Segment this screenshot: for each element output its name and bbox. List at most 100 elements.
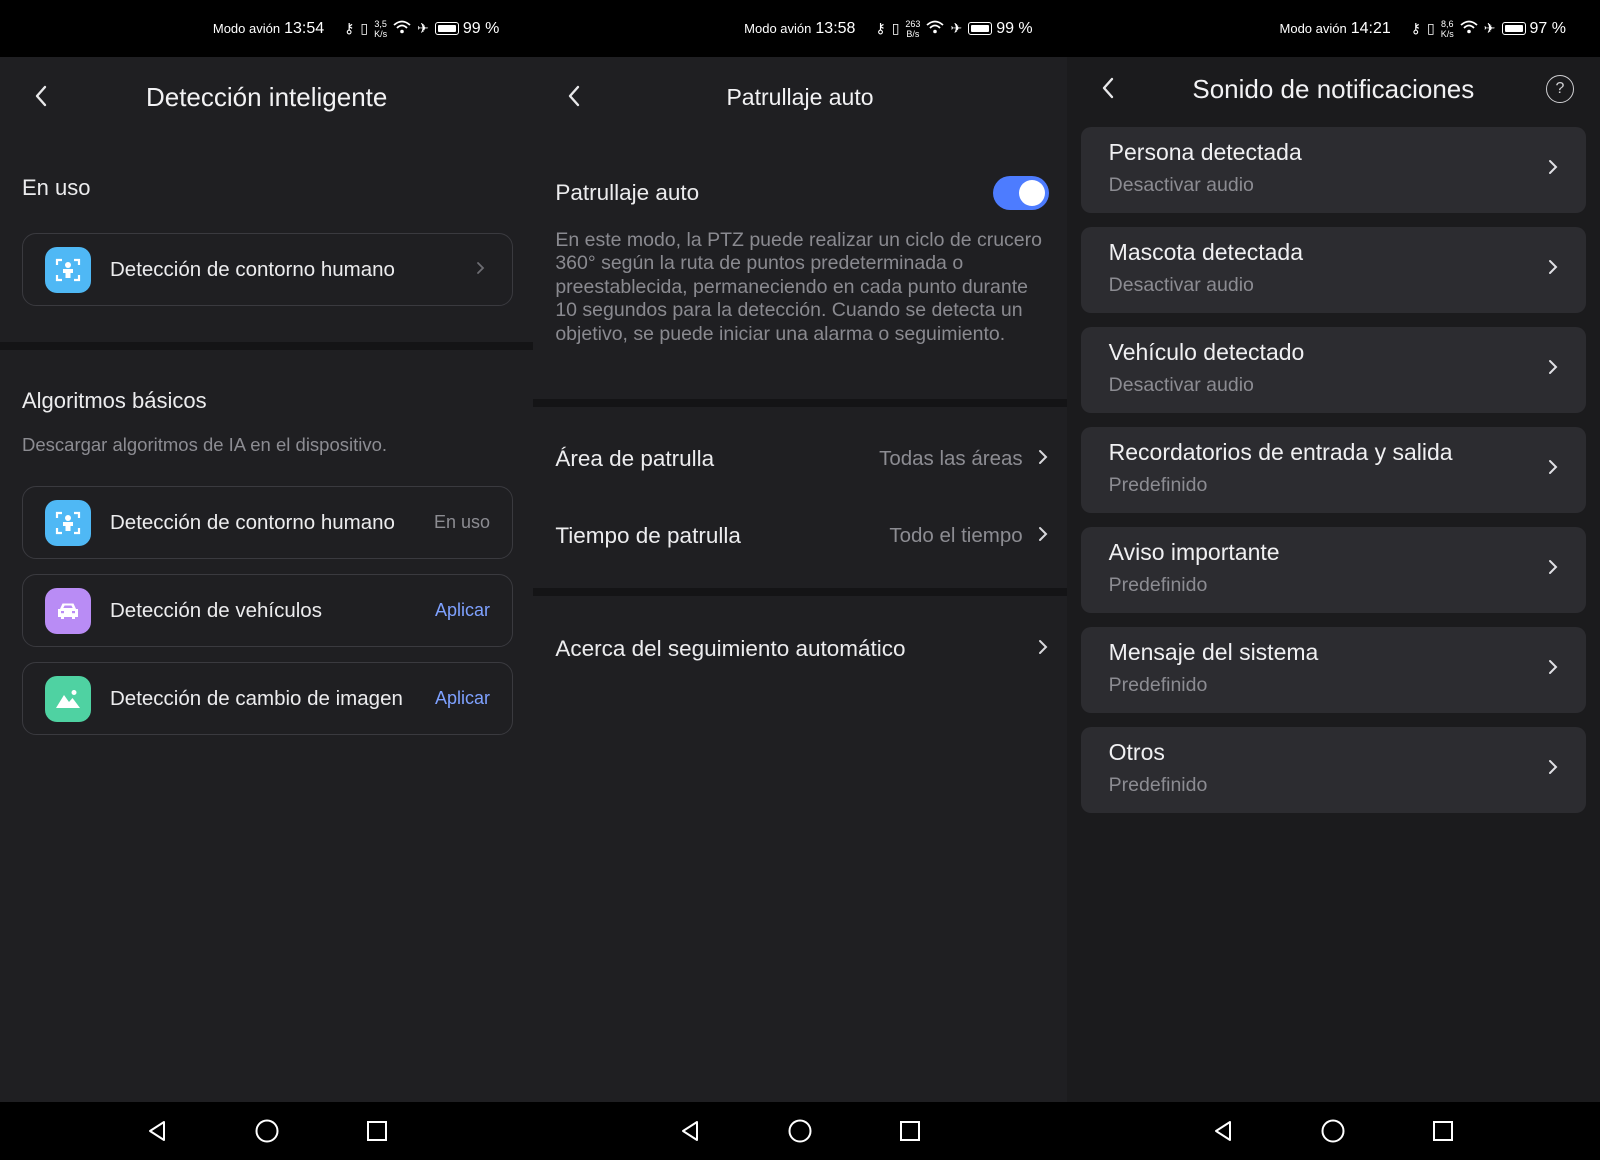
- nav-back-button[interactable]: [1203, 1111, 1243, 1151]
- key-icon: ⚷: [344, 20, 355, 36]
- notification-subtitle: Desactivar audio: [1108, 174, 1254, 196]
- notification-item-system[interactable]: Mensaje del sistema Predefinido: [1080, 627, 1586, 713]
- patrol-time-label: Tiempo de patrulla: [555, 523, 741, 548]
- notification-subtitle: Predefinido: [1108, 674, 1208, 696]
- nav-back-button[interactable]: [137, 1111, 177, 1151]
- speed-unit: B/s: [906, 28, 920, 39]
- section-divider: [533, 588, 1067, 596]
- in-use-item[interactable]: Detección de contorno humano: [22, 233, 513, 306]
- speed-unit: K/s: [374, 28, 388, 39]
- chevron-right-icon: [1035, 449, 1051, 470]
- status-time: 14:21: [1350, 19, 1391, 37]
- network-speed: 8,6 K/s: [1441, 19, 1454, 39]
- apply-link[interactable]: Aplicar: [435, 600, 490, 621]
- network-speed: 263 B/s: [905, 19, 920, 39]
- vibrate-icon: ▯: [1427, 20, 1435, 36]
- nav-recents-button[interactable]: [890, 1111, 930, 1151]
- vibrate-icon: ▯: [891, 20, 900, 36]
- phone-auto-patrol: Modo avión 13:58 ⚷ ▯ 263 B/s ✈ 99 % Patru…: [533, 0, 1067, 1160]
- page-title: Sonido de notificaciones: [1192, 73, 1475, 104]
- algorithm-label: Detección de cambio de imagen: [110, 686, 403, 710]
- notification-title: Vehículo detectado: [1108, 339, 1305, 365]
- status-bar: Modo avión 13:54 ⚷ ▯ 3,5 K/s ✈ 99 %: [0, 0, 534, 57]
- notification-title: Mensaje del sistema: [1108, 639, 1319, 665]
- triangle-back-icon: [681, 1121, 698, 1141]
- notification-item-others[interactable]: Otros Predefinido: [1080, 727, 1586, 813]
- notification-item-pet[interactable]: Mascota detectada Desactivar audio: [1080, 227, 1586, 313]
- notification-title: Persona detectada: [1108, 139, 1302, 165]
- wifi-icon: [1460, 20, 1478, 37]
- wifi-icon: [393, 20, 411, 37]
- notification-title: Mascota detectada: [1108, 239, 1303, 265]
- circle-home-icon: [788, 1119, 812, 1143]
- notification-subtitle: Predefinido: [1108, 474, 1208, 496]
- notification-subtitle: Desactivar audio: [1108, 374, 1254, 396]
- airplane-icon: ✈: [950, 20, 963, 36]
- notification-item-important[interactable]: Aviso importante Predefinido: [1080, 527, 1586, 613]
- patrol-time-value: Todo el tiempo: [889, 524, 1023, 547]
- chevron-right-icon: [1548, 559, 1564, 580]
- about-auto-tracking-label: Acerca del seguimiento automático: [555, 636, 906, 661]
- chevron-right-icon: [1035, 639, 1051, 660]
- nav-home-button[interactable]: [247, 1111, 287, 1151]
- chevron-left-icon: [569, 85, 580, 107]
- apply-link[interactable]: Aplicar: [435, 688, 490, 709]
- chevron-left-icon: [35, 85, 47, 107]
- circle-home-icon: [1321, 1119, 1345, 1143]
- chevron-right-icon: [1035, 526, 1051, 547]
- system-nav-bar: [1066, 1102, 1600, 1160]
- airplane-icon: ✈: [417, 20, 429, 36]
- algorithm-item-vehicle[interactable]: Detección de vehículos Aplicar: [22, 574, 513, 647]
- speed-value: 8,6: [1441, 18, 1454, 29]
- in-use-item-label: Detección de contorno humano: [110, 257, 395, 281]
- notification-title: Recordatorios de entrada y salida: [1108, 439, 1453, 465]
- back-button[interactable]: [1093, 73, 1123, 103]
- nav-back-button[interactable]: [670, 1111, 710, 1151]
- notification-item-person[interactable]: Persona detectada Desactivar audio: [1080, 127, 1586, 213]
- car-icon: [45, 587, 91, 634]
- algorithm-item-image-change[interactable]: Detección de cambio de imagen Aplicar: [22, 662, 513, 735]
- back-button[interactable]: [26, 81, 56, 111]
- algorithm-item-human[interactable]: Detección de contorno humano En uso: [22, 486, 513, 559]
- notification-item-entry-exit[interactable]: Recordatorios de entrada y salida Predef…: [1080, 427, 1586, 513]
- status-time: 13:58: [815, 19, 856, 37]
- square-recents-icon: [366, 1121, 387, 1141]
- battery-icon: [968, 22, 993, 35]
- nav-home-button[interactable]: [1313, 1111, 1353, 1151]
- section-divider: [0, 342, 534, 350]
- chevron-right-icon: [1548, 259, 1564, 280]
- status-time: 13:54: [284, 19, 325, 37]
- auto-patrol-toggle[interactable]: [992, 176, 1049, 210]
- battery-percent: 99 %: [462, 19, 500, 37]
- phone-smart-detection: Modo avión 13:54 ⚷ ▯ 3,5 K/s ✈ 99 % Detec…: [0, 0, 534, 1160]
- auto-patrol-toggle-row: Patrullaje auto: [555, 180, 976, 206]
- help-icon[interactable]: ?: [1545, 75, 1574, 103]
- airplane-icon: ✈: [1483, 20, 1496, 36]
- section-divider: [533, 399, 1067, 407]
- nav-recents-button[interactable]: [1423, 1111, 1463, 1151]
- phone-notification-sounds: Modo avión 14:21 ⚷ ▯ 8,6 K/s ✈ 97 % Sonid…: [1066, 0, 1600, 1160]
- system-nav-bar: [533, 1102, 1067, 1160]
- system-nav-bar: [0, 1102, 534, 1160]
- about-auto-tracking-row[interactable]: Acerca del seguimiento automático: [555, 636, 1050, 662]
- basic-algorithms-heading: Algoritmos básicos: [22, 388, 207, 413]
- nav-recents-button[interactable]: [357, 1111, 397, 1151]
- wifi-icon: [926, 20, 945, 37]
- vibrate-icon: ▯: [360, 20, 369, 36]
- patrol-area-row[interactable]: Área de patrulla Todas las áreas: [555, 446, 1050, 472]
- basic-algorithms-subtitle: Descargar algoritmos de IA en el disposi…: [22, 434, 388, 455]
- triangle-back-icon: [1215, 1121, 1232, 1141]
- auto-patrol-description: En este modo, la PTZ puede realizar un c…: [555, 229, 1042, 345]
- patrol-time-row[interactable]: Tiempo de patrulla Todo el tiempo: [555, 523, 1050, 549]
- square-recents-icon: [899, 1121, 920, 1141]
- speed-unit: K/s: [1440, 28, 1454, 39]
- image-change-icon: [45, 675, 91, 722]
- algorithm-label: Detección de contorno humano: [110, 510, 395, 534]
- notification-subtitle: Predefinido: [1108, 774, 1208, 796]
- status-bar: Modo avión 14:21 ⚷ ▯ 8,6 K/s ✈ 97 %: [1066, 0, 1600, 57]
- in-use-heading: En uso: [22, 175, 91, 200]
- nav-home-button[interactable]: [780, 1111, 820, 1151]
- back-button[interactable]: [559, 81, 589, 111]
- notification-item-vehicle[interactable]: Vehículo detectado Desactivar audio: [1080, 327, 1586, 413]
- network-speed: 3,5 K/s: [374, 19, 387, 39]
